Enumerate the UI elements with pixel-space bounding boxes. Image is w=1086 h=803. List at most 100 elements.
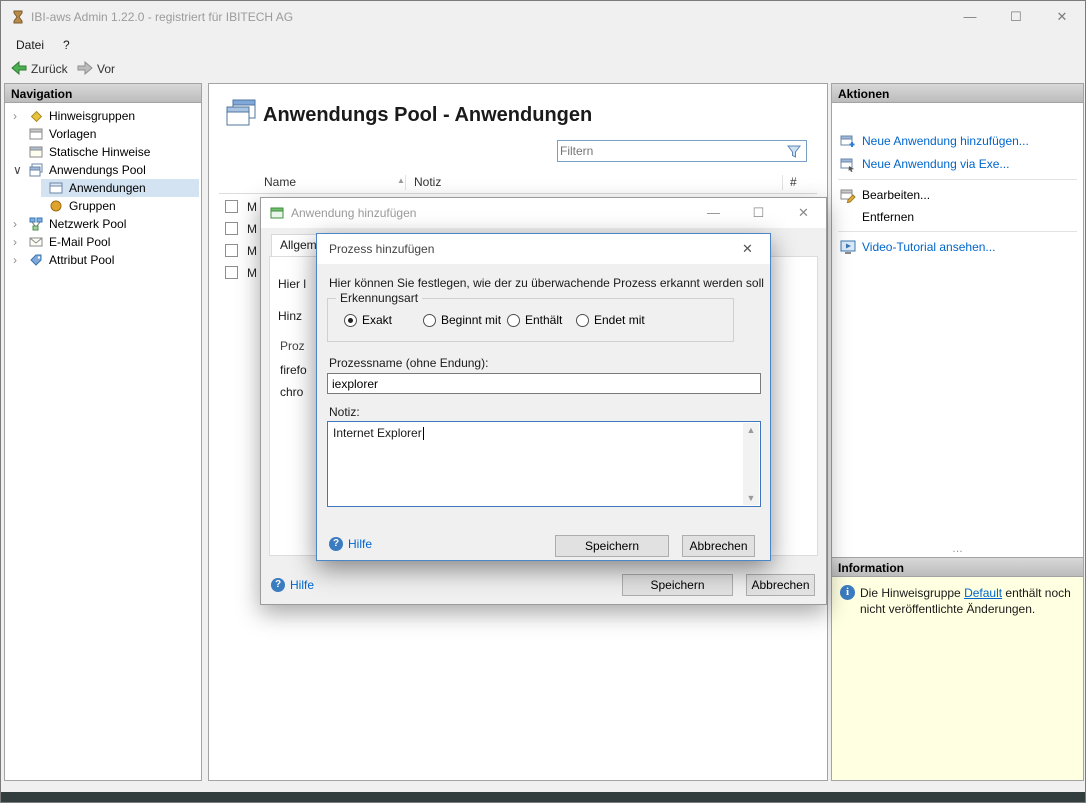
menu-bar: Datei ? xyxy=(1,33,1085,56)
chevron-down-icon[interactable]: ∨ xyxy=(13,161,25,179)
separator xyxy=(838,179,1077,180)
edit-icon xyxy=(840,187,856,209)
hinweisgruppen-icon xyxy=(29,109,43,128)
information-message: Die Hinweisgruppe Default enthält noch n… xyxy=(860,585,1075,617)
sidebar-item-netzwerk-pool[interactable]: › Netzwerk Pool xyxy=(5,215,201,233)
sidebar-item-email-pool[interactable]: › E-Mail Pool xyxy=(5,233,201,251)
sidebar-item-attribut-pool[interactable]: › Attribut Pool xyxy=(5,251,201,269)
actions-panel: Aktionen Neue Anwendung hinzufügen... Ne… xyxy=(831,83,1084,569)
action-label: Video-Tutorial ansehen... xyxy=(862,237,995,257)
close-icon[interactable]: ✕ xyxy=(1039,1,1085,32)
back-button[interactable]: Zurück xyxy=(7,58,72,80)
chevron-right-icon[interactable]: › xyxy=(13,215,25,233)
filter-input[interactable] xyxy=(560,142,782,160)
action-label: Entfernen xyxy=(862,207,914,227)
default-group-link[interactable]: Default xyxy=(964,586,1002,600)
action-label: Bearbeiten... xyxy=(862,185,930,205)
action-neue-anwendung[interactable]: Neue Anwendung hinzufügen... xyxy=(832,131,1083,151)
sidebar-item-label: Anwendungs Pool xyxy=(49,161,146,179)
column-separator[interactable] xyxy=(405,175,406,190)
sidebar-item-label: Hinweisgruppen xyxy=(49,107,135,125)
close-icon[interactable]: ✕ xyxy=(781,198,826,227)
column-header-count[interactable]: # xyxy=(790,175,797,189)
filter-funnel-icon[interactable] xyxy=(786,144,802,162)
minimize-icon[interactable]: — xyxy=(691,198,736,227)
chevron-right-icon[interactable]: › xyxy=(13,251,25,269)
note-field[interactable]: Internet Explorer ▲ ▼ xyxy=(327,421,761,507)
erkennungsart-group: Erkennungsart Exakt Beginnt mit Enthält … xyxy=(327,298,734,342)
sidebar-item-statische-hinweise[interactable]: Statische Hinweise xyxy=(5,143,201,161)
save-button[interactable]: Speichern xyxy=(622,574,733,596)
email-pool-icon xyxy=(29,235,43,254)
menu-help[interactable]: ? xyxy=(56,36,77,54)
filter-container xyxy=(557,140,807,162)
add-application-exe-icon xyxy=(840,156,856,178)
title-bar: IBI-aws Admin 1.22.0 - registriert für I… xyxy=(1,1,1085,33)
minimize-icon[interactable]: — xyxy=(947,1,993,32)
dialog-title-bar: Anwendung hinzufügen — ☐ ✕ xyxy=(261,198,826,228)
navigation-tree: › Hinweisgruppen Vorlagen Statische Hinw… xyxy=(4,103,202,781)
row-name: M xyxy=(247,200,257,214)
help-link[interactable]: ? Hilfe xyxy=(271,578,314,592)
radio-exakt[interactable]: Exakt xyxy=(344,312,392,328)
sidebar-item-anwendungs-pool[interactable]: ∨ Anwendungs Pool xyxy=(5,161,201,179)
add-application-icon xyxy=(840,133,856,155)
menu-datei[interactable]: Datei xyxy=(9,36,51,54)
sidebar-item-vorlagen[interactable]: Vorlagen xyxy=(5,125,201,143)
sidebar-item-label: Gruppen xyxy=(69,197,116,215)
navigation-panel: Navigation › Hinweisgruppen Vorlagen S xyxy=(4,83,202,781)
sidebar-item-label: Attribut Pool xyxy=(49,251,114,269)
process-name-label: Prozessname (ohne Endung): xyxy=(329,356,488,370)
help-link[interactable]: ? Hilfe xyxy=(329,537,372,551)
forward-label: Vor xyxy=(97,62,115,76)
dialog-app-icon xyxy=(270,206,284,223)
navigation-header: Navigation xyxy=(4,83,202,103)
action-neue-anwendung-exe[interactable]: Neue Anwendung via Exe... xyxy=(832,154,1083,174)
column-separator[interactable] xyxy=(782,175,783,190)
column-header-name[interactable]: Name xyxy=(264,175,296,189)
action-bearbeiten[interactable]: Bearbeiten... xyxy=(832,185,1083,205)
radio-enthaelt[interactable]: Enthält xyxy=(507,312,562,328)
vorlagen-icon xyxy=(29,127,43,146)
action-entfernen[interactable]: Entfernen xyxy=(832,207,1083,227)
cancel-button[interactable]: Abbrechen xyxy=(682,535,755,557)
chevron-right-icon[interactable]: › xyxy=(13,107,25,125)
radio-endet-mit[interactable]: Endet mit xyxy=(576,312,645,328)
maximize-icon[interactable]: ☐ xyxy=(993,1,1039,32)
statische-hinweise-icon xyxy=(29,145,43,164)
table-header: Name ▲ Notiz # xyxy=(219,172,817,194)
sidebar-item-hinweisgruppen[interactable]: › Hinweisgruppen xyxy=(5,107,201,125)
attribut-pool-icon xyxy=(29,253,43,272)
action-video-tutorial[interactable]: Video-Tutorial ansehen... xyxy=(832,237,1083,257)
row-checkbox[interactable] xyxy=(225,266,238,279)
scroll-down-icon[interactable]: ▼ xyxy=(743,491,759,505)
dialog-prozess-hinzufuegen: Prozess hinzufügen ✕ Hier können Sie fes… xyxy=(316,233,771,561)
sidebar-item-gruppen[interactable]: Gruppen xyxy=(5,197,201,215)
scroll-up-icon[interactable]: ▲ xyxy=(743,423,759,437)
help-label: Hilfe xyxy=(348,537,372,551)
sidebar-item-label: E-Mail Pool xyxy=(49,233,110,251)
close-icon[interactable]: ✕ xyxy=(725,234,770,263)
cancel-button[interactable]: Abbrechen xyxy=(746,574,815,596)
information-body: i Die Hinweisgruppe Default enthält noch… xyxy=(831,577,1084,781)
obscured-text-fragment: chro xyxy=(280,385,303,399)
dialog-title: Prozess hinzufügen xyxy=(329,242,434,256)
row-checkbox[interactable] xyxy=(225,200,238,213)
scrollbar[interactable]: ▲ ▼ xyxy=(743,423,759,505)
radio-beginnt-mit[interactable]: Beginnt mit xyxy=(423,312,501,328)
sidebar-item-label: Vorlagen xyxy=(49,125,96,143)
radio-label: Exakt xyxy=(362,313,392,327)
row-checkbox[interactable] xyxy=(225,244,238,257)
row-checkbox[interactable] xyxy=(225,222,238,235)
panel-splitter[interactable]: … xyxy=(831,545,1084,557)
forward-arrow-icon xyxy=(77,61,93,78)
help-icon: ? xyxy=(329,537,343,551)
chevron-right-icon[interactable]: › xyxy=(13,233,25,251)
forward-button[interactable]: Vor xyxy=(73,58,119,80)
page-title: Anwendungs Pool - Anwendungen xyxy=(263,104,592,127)
maximize-icon[interactable]: ☐ xyxy=(736,198,781,227)
netzwerk-pool-icon xyxy=(29,217,43,236)
column-header-notiz[interactable]: Notiz xyxy=(414,175,441,189)
process-name-input[interactable] xyxy=(327,373,761,394)
save-button[interactable]: Speichern xyxy=(555,535,669,557)
